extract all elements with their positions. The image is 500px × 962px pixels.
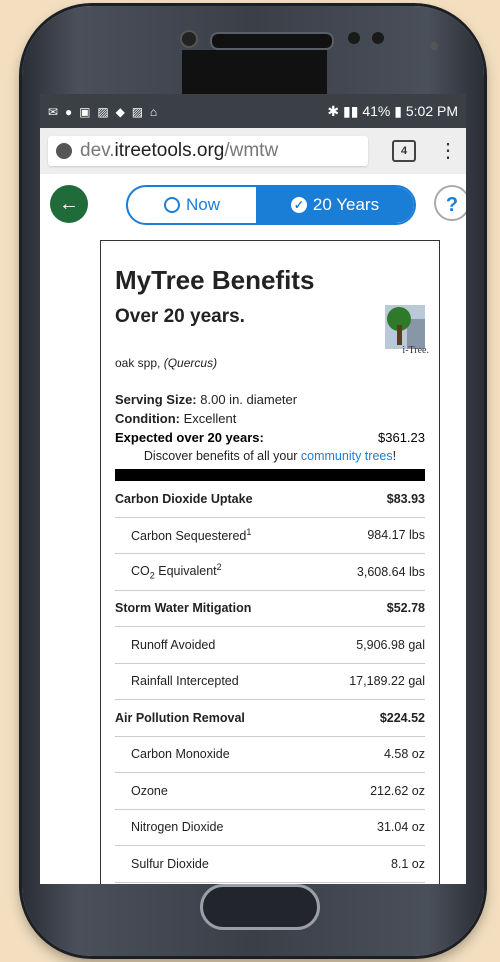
- row-value: $224.52: [379, 710, 425, 725]
- row-label: Air Pollution Removal: [115, 710, 245, 725]
- discover-suffix: !: [392, 449, 397, 463]
- row-label: Carbon Sequestered1: [131, 527, 252, 544]
- table-row: Storm Water Mitigation $52.78: [115, 591, 425, 627]
- expected-total: Expected over 20 years: $361.23: [115, 430, 425, 445]
- row-label: Sulfur Dioxide: [131, 856, 209, 871]
- table-row: Nitrogen Dioxide 31.04 oz: [115, 810, 425, 846]
- serving-value: 8.00 in. diameter: [200, 392, 298, 407]
- table-row: Carbon Dioxide Uptake $83.93: [115, 481, 425, 518]
- table-row: Sulfur Dioxide 8.1 oz: [115, 846, 425, 883]
- community-trees-link[interactable]: community trees: [301, 449, 393, 463]
- check-circle-icon: ✓: [290, 197, 307, 213]
- screen: ✉ ● ▣ ▨ ◆ ▨ ⌂ ✱ ▮▮ 41% ▮ 5:02 PM dev. itr…: [40, 94, 466, 884]
- browser-toolbar: dev. itreetools.org/wmtw 4 ⋮: [40, 128, 466, 174]
- clock: 5:02 PM: [405, 102, 458, 119]
- front-camera: [430, 42, 438, 50]
- discover-prefix: Discover benefits of all your: [143, 449, 301, 463]
- url-prefix: dev.: [80, 140, 115, 161]
- globe-icon: [56, 143, 72, 159]
- now-label: Now: [185, 195, 220, 214]
- photo-icon: ▨: [97, 105, 109, 119]
- row-value: 17,189.22 gal: [349, 674, 425, 689]
- battery-percent: 41%: [362, 102, 391, 119]
- row-label: Carbon Monoxide: [131, 747, 230, 762]
- front-sensor: [180, 30, 198, 48]
- row-value: $83.93: [386, 491, 425, 506]
- row-label: Carbon Dioxide Uptake: [115, 491, 253, 506]
- url-path: /wmtw: [224, 140, 279, 161]
- serving-size: Serving Size: 8.00 in. diameter: [115, 392, 425, 407]
- table-row: Carbon Monoxide 4.58 oz: [115, 737, 425, 773]
- table-row: Runoff Avoided 5,906.98 gal: [115, 627, 425, 664]
- back-arrow-button[interactable]: ←: [50, 185, 88, 223]
- redaction-block: [182, 50, 327, 94]
- itree-logo-icon: [385, 305, 425, 349]
- expected-value: $361.23: [378, 430, 425, 445]
- bluetooth-icon: ✱: [327, 102, 340, 119]
- row-label: CO2 Equivalent2: [131, 562, 222, 582]
- species-common: oak spp,: [115, 356, 161, 370]
- species-line: oak spp, (Quercus): [115, 356, 425, 370]
- help-button[interactable]: ?: [434, 185, 466, 221]
- address-bar[interactable]: dev. itreetools.org/wmtw: [48, 136, 368, 166]
- status-bar: ✉ ● ▣ ▨ ◆ ▨ ⌂ ✱ ▮▮ 41% ▮ 5:02 PM: [40, 94, 466, 128]
- row-value: 5,906.98 gal: [356, 637, 425, 652]
- row-value: $52.78: [386, 601, 425, 616]
- row-label: Runoff Avoided: [131, 637, 216, 652]
- row-value: 984.17 lbs: [367, 528, 425, 543]
- proximity-sensor: [348, 32, 360, 44]
- row-label: Rainfall Intercepted: [131, 674, 239, 689]
- home-icon: ⌂: [149, 105, 158, 119]
- messenger-icon: ●: [64, 105, 73, 119]
- benefits-label-card: MyTree Benefits Over 20 years. i-Tree. o…: [100, 240, 440, 884]
- mail-icon: ✉: [48, 105, 59, 119]
- notification-icons: ✉ ● ▣ ▨ ◆ ▨ ⌂: [48, 103, 160, 119]
- time-segmented-control: Now ✓ 20 Years: [126, 185, 416, 225]
- row-value: 31.04 oz: [377, 820, 425, 835]
- expected-label: Expected over 20 years:: [115, 430, 264, 445]
- table-row: Rainfall Intercepted 17,189.22 gal: [115, 664, 425, 700]
- radio-empty-icon: [163, 197, 180, 213]
- card-subtitle: Over 20 years.: [115, 306, 245, 327]
- 20-years-label: 20 Years: [312, 195, 380, 214]
- image-icon: ▣: [79, 105, 91, 119]
- home-button[interactable]: [200, 884, 320, 930]
- 20-years-option[interactable]: ✓ 20 Years: [256, 187, 414, 223]
- battery-icon: ▮: [394, 102, 402, 119]
- signal-icon: ▮▮: [343, 102, 359, 119]
- earpiece-speaker: [210, 32, 334, 50]
- tab-switcher-button[interactable]: 4: [392, 140, 416, 162]
- view-toggle-row: ← Now ✓ 20 Years ?: [40, 174, 466, 232]
- chat-icon: ◆: [115, 105, 125, 119]
- table-row: Ozone 212.62 oz: [115, 773, 425, 810]
- species-latin: (Quercus): [163, 356, 218, 370]
- row-label: Nitrogen Dioxide: [131, 820, 224, 835]
- condition-value: Excellent: [183, 411, 237, 426]
- system-status: ✱ ▮▮ 41% ▮ 5:02 PM: [327, 103, 458, 120]
- row-label: Ozone: [131, 783, 168, 798]
- row-value: 3,608.64 lbs: [356, 564, 425, 579]
- row-value: 212.62 oz: [370, 783, 425, 798]
- table-row: Air Pollution Removal $224.52: [115, 700, 425, 737]
- row-label: Storm Water Mitigation: [115, 601, 252, 616]
- light-sensor: [372, 32, 384, 44]
- itree-logo-text: i-Tree.: [402, 345, 429, 356]
- row-value: 8.1 oz: [390, 856, 425, 871]
- photo-icon: ▨: [131, 105, 144, 119]
- phone-frame: ✉ ● ▣ ▨ ◆ ▨ ⌂ ✱ ▮▮ 41% ▮ 5:02 PM dev. itr…: [22, 6, 484, 956]
- overflow-menu-icon[interactable]: ⋮: [438, 141, 458, 161]
- table-row: Carbon Sequestered1 984.17 lbs: [115, 518, 425, 554]
- section-divider: [115, 469, 425, 481]
- serving-label: Serving Size:: [115, 392, 197, 407]
- now-option[interactable]: Now: [128, 187, 256, 223]
- discover-text: Discover benefits of all your community …: [115, 449, 425, 463]
- row-value: 4.58 oz: [383, 747, 425, 762]
- url-domain: itreetools.org: [114, 140, 225, 161]
- condition-label: Condition:: [115, 411, 180, 426]
- card-title: MyTree Benefits: [115, 265, 315, 295]
- condition: Condition: Excellent: [115, 411, 425, 426]
- table-row: CO2 Equivalent2 3,608.64 lbs: [115, 554, 425, 591]
